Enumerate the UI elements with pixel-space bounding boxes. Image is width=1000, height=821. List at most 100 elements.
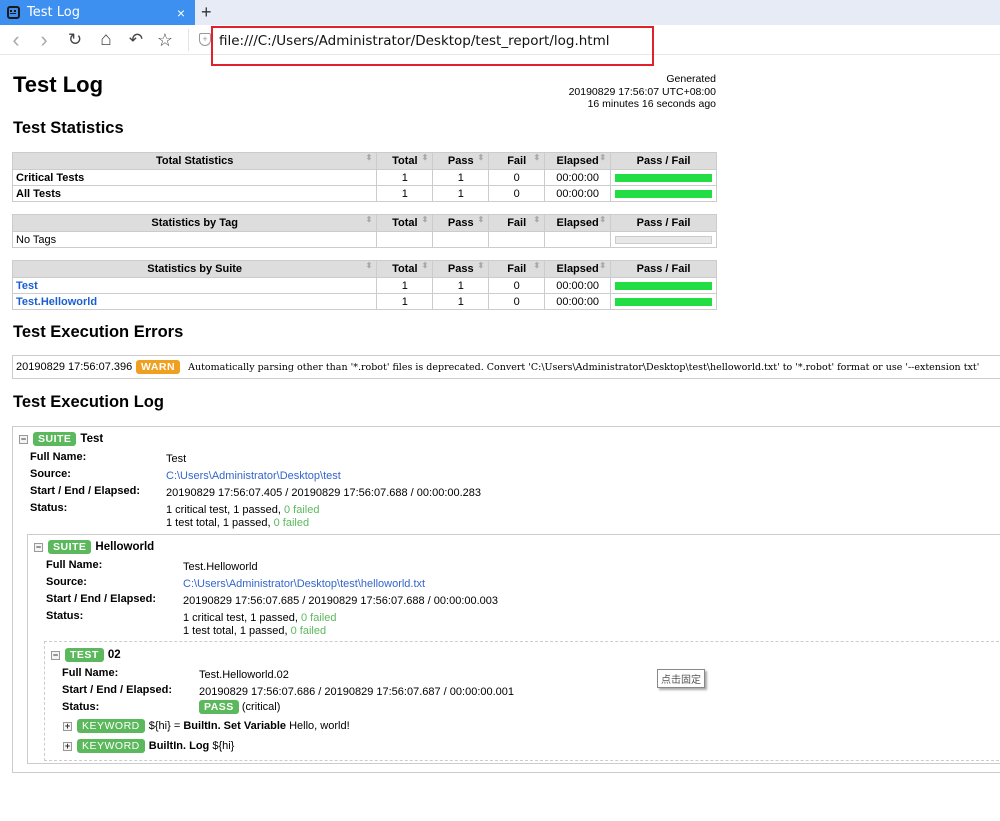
col-pass[interactable]: Pass ⬍ bbox=[432, 260, 490, 278]
tab-bar: Test Log × + bbox=[0, 0, 1000, 25]
table-row: No Tags bbox=[11, 231, 717, 248]
suite-statistics-header[interactable]: Statistics by Suite ⬍ bbox=[11, 260, 378, 278]
sort-icon: ⬍ bbox=[365, 261, 373, 270]
status-label: Status: bbox=[46, 610, 84, 622]
reload-icon[interactable]: ↻ bbox=[63, 25, 87, 55]
sort-icon: ⬍ bbox=[421, 153, 429, 162]
suite-badge: SUITE bbox=[48, 540, 92, 554]
source-label: Source: bbox=[46, 576, 87, 588]
keyword-args: Hello, world! bbox=[286, 720, 350, 732]
col-elapsed[interactable]: Elapsed ⬍ bbox=[544, 260, 612, 278]
suite-badge: SUITE bbox=[33, 432, 77, 446]
keyword-lib: BuiltIn bbox=[148, 740, 183, 752]
keyword-badge: KEYWORD bbox=[77, 719, 145, 733]
status-line-1: 1 critical test, 1 passed, 0 failed bbox=[183, 612, 337, 624]
stat-fail: 0 bbox=[488, 277, 546, 294]
table-row: Critical Tests 1 1 0 00:00:00 bbox=[11, 169, 717, 186]
forward-icon[interactable]: › bbox=[32, 25, 56, 55]
statistics-heading: Test Statistics bbox=[13, 119, 124, 137]
expand-icon[interactable]: + bbox=[63, 721, 72, 731]
stat-total: 1 bbox=[376, 169, 434, 186]
stat-pass: 1 bbox=[432, 169, 490, 186]
stat-fail: 0 bbox=[488, 185, 546, 202]
expand-icon[interactable]: + bbox=[63, 741, 72, 751]
suite-statistics-table: Statistics by Suite ⬍ Total ⬍ Pass ⬍ Fail ⬍ … bbox=[11, 260, 717, 310]
home-icon[interactable]: ⌂ bbox=[94, 25, 118, 55]
col-pass[interactable]: Pass ⬍ bbox=[432, 152, 490, 170]
sort-icon: ⬍ bbox=[533, 153, 541, 162]
col-fail[interactable]: Fail ⬍ bbox=[488, 214, 546, 232]
col-fail[interactable]: Fail ⬍ bbox=[488, 152, 546, 170]
source-link[interactable]: C:\Users\Administrator\Desktop\test bbox=[166, 470, 341, 482]
sort-icon: ⬍ bbox=[477, 261, 485, 270]
col-total[interactable]: Total ⬍ bbox=[376, 260, 434, 278]
sort-icon: ⬍ bbox=[365, 215, 373, 224]
pass-fail-bar bbox=[615, 173, 712, 182]
suite-helloworld-header[interactable]: − SUITE Helloworld bbox=[34, 540, 154, 554]
tab-close-icon[interactable]: × bbox=[171, 5, 191, 21]
full-name-value: Test bbox=[166, 453, 187, 465]
security-shield-icon[interactable]: + bbox=[199, 33, 211, 46]
browser-tab-active[interactable]: Test Log × bbox=[0, 0, 195, 25]
pass-fail-bar bbox=[615, 281, 712, 290]
pass-fail-bar bbox=[615, 189, 712, 198]
collapse-icon[interactable]: − bbox=[19, 434, 28, 444]
favorite-star-icon[interactable]: ☆ bbox=[153, 25, 177, 55]
warn-badge: WARN bbox=[136, 360, 181, 374]
col-elapsed[interactable]: Elapsed ⬍ bbox=[544, 152, 612, 170]
stat-elapsed: 00:00:00 bbox=[544, 277, 612, 294]
keyword-name: . Set Variable bbox=[217, 720, 287, 732]
tag-statistics-header[interactable]: Statistics by Tag ⬍ bbox=[11, 214, 378, 232]
full-name-label: Full Name: bbox=[62, 667, 119, 679]
suite-link-test[interactable]: Test bbox=[16, 280, 38, 292]
col-elapsed[interactable]: Elapsed ⬍ bbox=[544, 214, 612, 232]
source-link[interactable]: C:\Users\Administrator\Desktop\test\hell… bbox=[183, 578, 425, 590]
start-end-label: Start / End / Elapsed: bbox=[30, 485, 141, 497]
stat-elapsed: 00:00:00 bbox=[544, 185, 612, 202]
sort-icon: ⬍ bbox=[365, 153, 373, 162]
status-label: Status: bbox=[30, 502, 68, 514]
suite-name: Test bbox=[80, 433, 104, 445]
log-heading: Test Execution Log bbox=[13, 393, 164, 411]
new-tab-button[interactable]: + bbox=[201, 0, 212, 25]
test-02-header[interactable]: − TEST 02 bbox=[51, 648, 121, 662]
sort-icon: ⬍ bbox=[477, 153, 485, 162]
table-row: Test 1 1 0 00:00:00 bbox=[11, 277, 717, 294]
full-name-value: Test.Helloworld.02 bbox=[199, 669, 289, 681]
collapse-icon[interactable]: − bbox=[34, 542, 43, 552]
keyword-name: . Log bbox=[182, 740, 210, 752]
col-total[interactable]: Total ⬍ bbox=[376, 214, 434, 232]
sort-icon: ⬍ bbox=[421, 261, 429, 270]
address-bar-url[interactable]: file:///C:/Users/Administrator/Desktop/t… bbox=[219, 33, 610, 49]
total-statistics-header[interactable]: Total Statistics ⬍ bbox=[11, 152, 378, 170]
undo-icon[interactable]: ↶ bbox=[124, 25, 148, 55]
error-row: 20190829 17:56:07.396 WARN Automatically… bbox=[12, 355, 1000, 379]
full-name-label: Full Name: bbox=[30, 451, 87, 463]
collapse-icon[interactable]: − bbox=[51, 650, 60, 660]
times-value: 20190829 17:56:07.685 / 20190829 17:56:0… bbox=[183, 595, 499, 607]
col-total[interactable]: Total ⬍ bbox=[376, 152, 434, 170]
sort-icon: ⬍ bbox=[599, 153, 607, 162]
status-label: Status: bbox=[62, 701, 100, 713]
keyword-lib: BuiltIn bbox=[183, 720, 218, 732]
stat-elapsed bbox=[544, 231, 612, 248]
times-value: 20190829 17:56:07.405 / 20190829 17:56:0… bbox=[166, 487, 482, 499]
stat-pass: 1 bbox=[432, 277, 490, 294]
nav-separator bbox=[188, 29, 189, 51]
start-end-label: Start / End / Elapsed: bbox=[46, 593, 157, 605]
test-status: PASS (critical) bbox=[199, 700, 280, 714]
tab-title: Test Log bbox=[27, 5, 80, 20]
table-row: All Tests 1 1 0 00:00:00 bbox=[11, 185, 717, 202]
status-line-1: 1 critical test, 1 passed, 0 failed bbox=[166, 504, 320, 516]
suite-test-header[interactable]: − SUITE Test bbox=[19, 432, 103, 446]
col-pass[interactable]: Pass ⬍ bbox=[432, 214, 490, 232]
keyword-set-variable[interactable]: + KEYWORD ${hi} = BuiltIn. Set Variable … bbox=[63, 719, 350, 733]
total-statistics-table: Total Statistics ⬍ Total ⬍ Pass ⬍ Fail ⬍ Ela… bbox=[11, 152, 717, 202]
back-icon[interactable]: ‹ bbox=[4, 25, 28, 55]
generated-ago: 16 minutes 16 seconds ago bbox=[587, 98, 716, 110]
col-fail[interactable]: Fail ⬍ bbox=[488, 260, 546, 278]
keyword-log[interactable]: + KEYWORD BuiltIn. Log ${hi} bbox=[63, 739, 234, 753]
keyword-badge: KEYWORD bbox=[77, 739, 145, 753]
test-name: 02 bbox=[107, 649, 121, 661]
suite-link-helloworld[interactable]: Test.Helloworld bbox=[16, 296, 97, 308]
